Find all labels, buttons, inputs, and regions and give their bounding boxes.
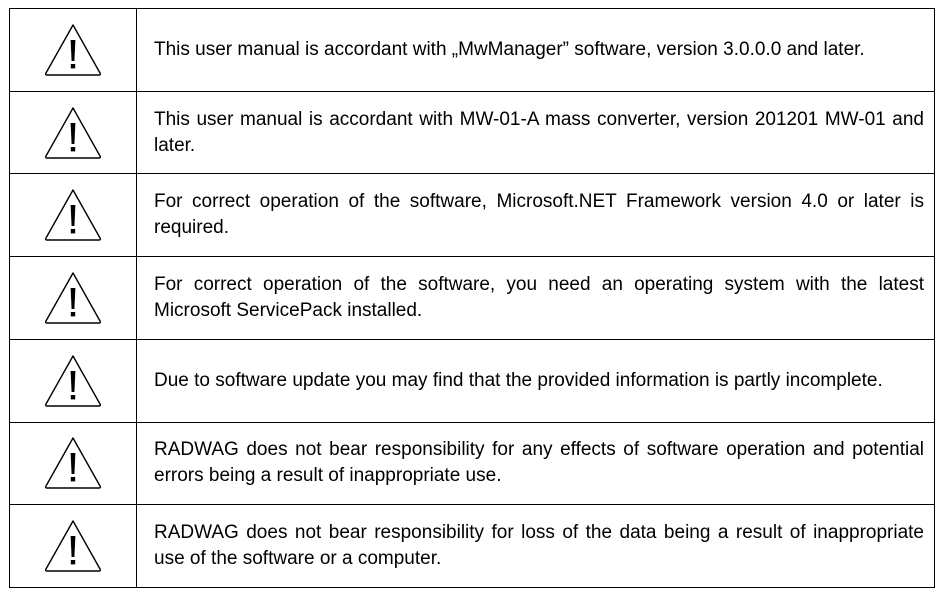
notice-row: RADWAG does not bear responsibility for … <box>10 422 934 506</box>
notice-icon-cell <box>10 505 137 588</box>
warning-triangle-icon <box>44 24 102 76</box>
notice-row: Due to software update you may find that… <box>10 339 934 423</box>
notice-text-cell: This user manual is accordant with „MwMa… <box>137 9 934 91</box>
notice-icon-cell <box>10 174 137 257</box>
notice-text-cell: RADWAG does not bear responsibility for … <box>137 505 934 587</box>
notice-text: RADWAG does not bear responsibility for … <box>154 522 924 570</box>
notice-text: For correct operation of the software, y… <box>154 274 924 322</box>
notice-text-cell: Due to software update you may find that… <box>137 340 934 422</box>
warning-triangle-icon <box>44 437 102 490</box>
warning-triangle-icon <box>44 106 102 159</box>
warning-triangle-icon <box>44 189 102 241</box>
notice-icon-cell <box>10 91 137 174</box>
notice-text: Due to software update you may find that… <box>154 369 883 391</box>
notice-text-cell: For correct operation of the software, y… <box>137 257 934 339</box>
notice-text: For correct operation of the software, M… <box>154 191 924 239</box>
notice-text: This user manual is accordant with MW-01… <box>154 108 924 156</box>
notice-text: This user manual is accordant with „MwMa… <box>154 38 865 60</box>
notice-row: This user manual is accordant with „MwMa… <box>10 9 934 92</box>
warning-triangle-icon <box>44 355 102 407</box>
notice-icon-cell <box>10 9 137 91</box>
notice-text: RADWAG does not bear responsibility for … <box>154 439 924 487</box>
notice-text-cell: This user manual is accordant with MW-01… <box>137 92 934 174</box>
notice-row: RADWAG does not bear responsibility for … <box>10 505 934 588</box>
notice-icon-cell <box>10 339 137 422</box>
notice-row: For correct operation of the software, y… <box>10 257 934 340</box>
notice-icon-cell <box>10 422 137 505</box>
warning-triangle-icon <box>44 272 102 324</box>
warning-triangle-icon <box>44 520 102 572</box>
notice-text-cell: For correct operation of the software, M… <box>137 174 934 256</box>
notice-table: This user manual is accordant with „MwMa… <box>9 8 935 588</box>
notice-row: This user manual is accordant with MW-01… <box>10 91 934 175</box>
notice-row: For correct operation of the software, M… <box>10 174 934 258</box>
notice-text-cell: RADWAG does not bear responsibility for … <box>137 423 934 505</box>
notice-icon-cell <box>10 257 137 339</box>
